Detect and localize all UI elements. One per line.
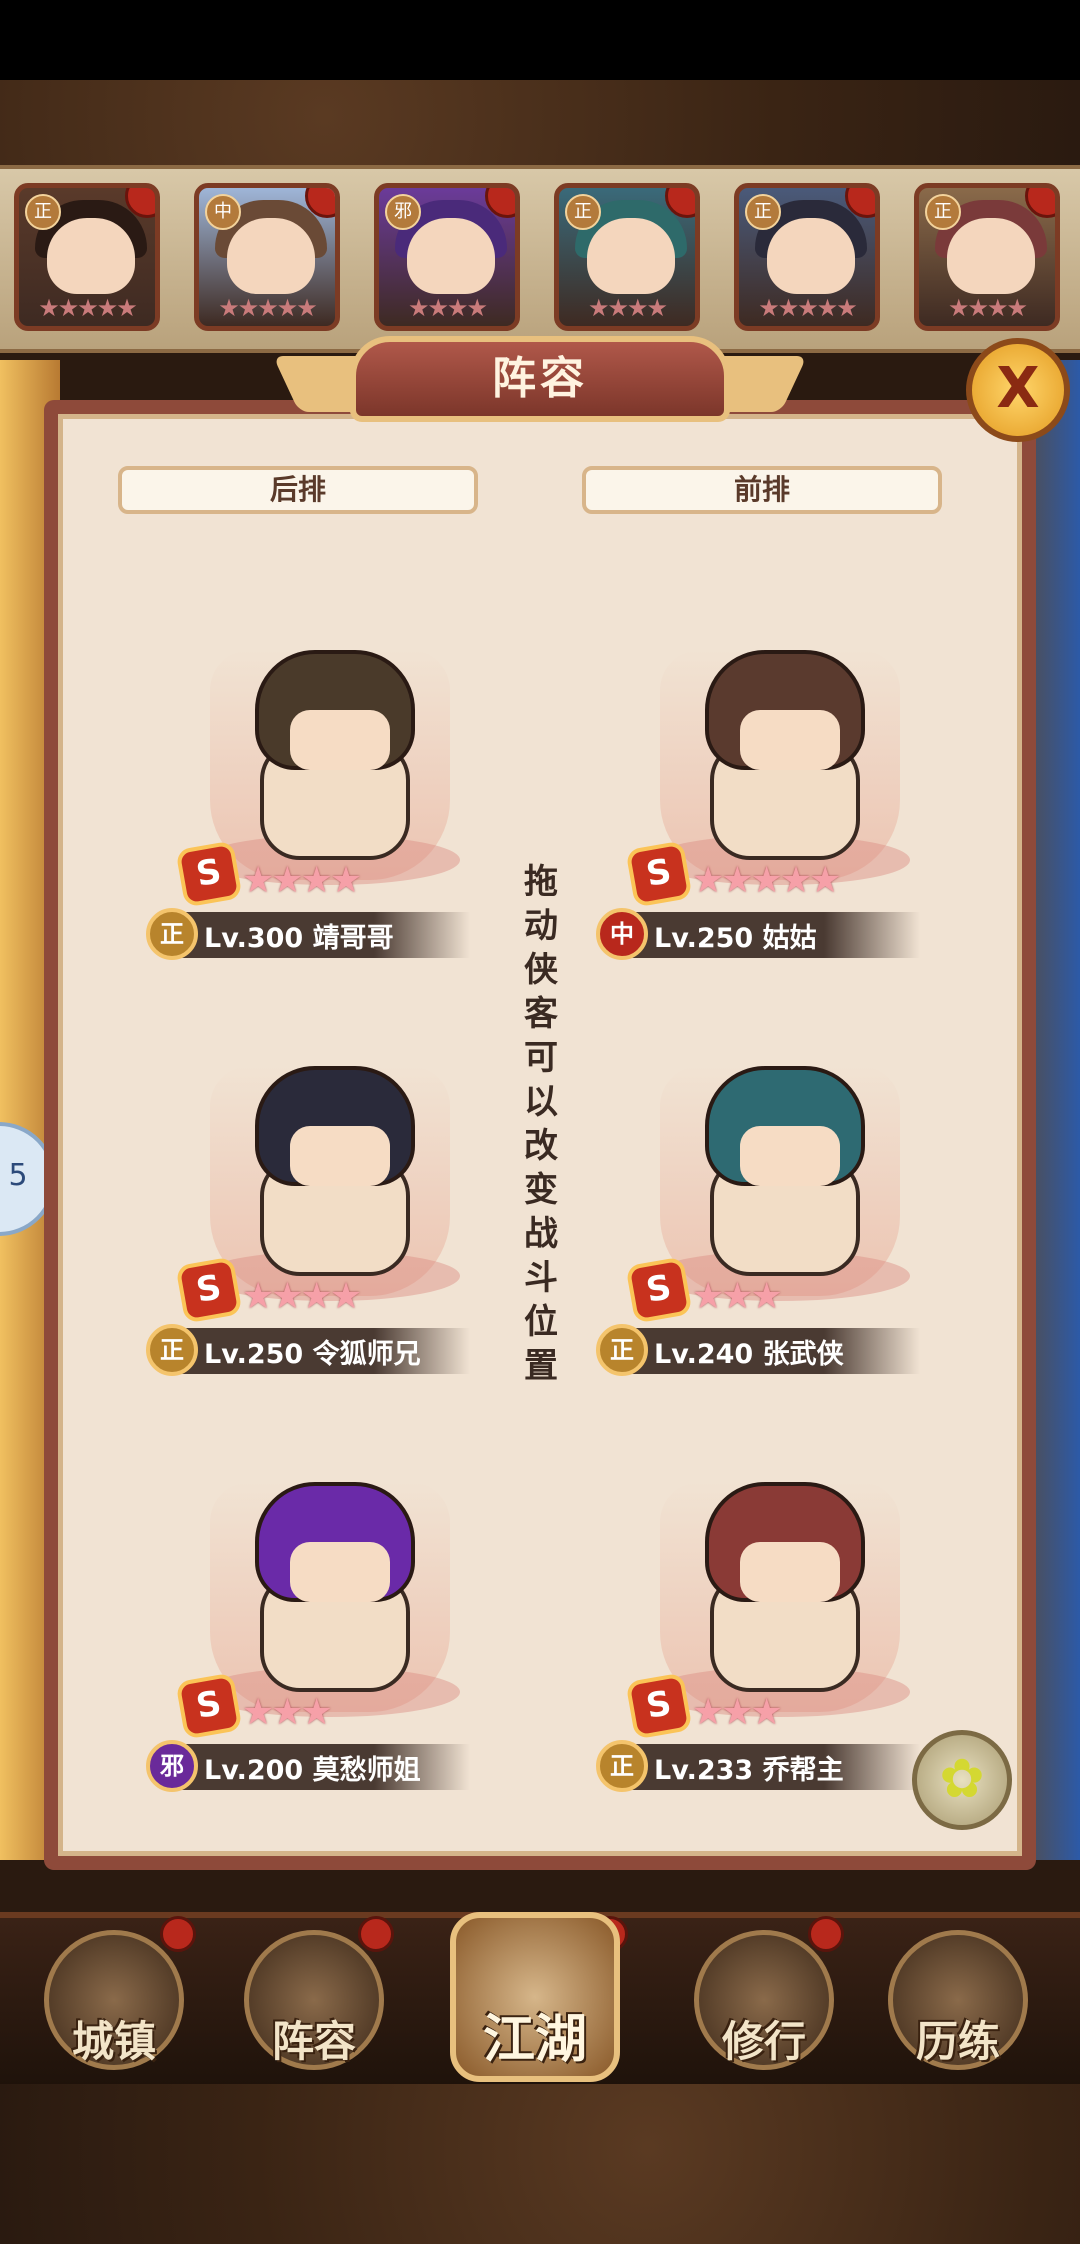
nav-jianghu-label: 江湖 (482, 2010, 587, 2070)
hero-face (290, 1542, 390, 1602)
hero-face (740, 1542, 840, 1602)
status-bar (0, 0, 1080, 80)
roster-hero-2[interactable]: 中 ★★★★★ (194, 183, 340, 331)
notification-dot (808, 1916, 844, 1952)
nav-jianghu-button[interactable]: 江湖 (450, 1912, 620, 2082)
notification-dot (358, 1916, 394, 1952)
hero-face (740, 710, 840, 770)
faction-badge: 正 (745, 194, 781, 230)
hint-char: 改 (524, 1126, 558, 1166)
star-rating: ★★★★★ (758, 294, 858, 322)
hero-face (740, 1126, 840, 1186)
roster-hero-5[interactable]: 正 ★★★★★ (734, 183, 880, 331)
top-background (0, 80, 1080, 170)
rank-badge: S (625, 1672, 693, 1740)
star-rating: ★★★★ (242, 860, 362, 901)
hero-slot-5[interactable]: S ★★★ 邪 Lv.200 莫愁师姐 (146, 1452, 480, 1792)
hero-level-name: Lv.240 张武侠 (654, 1339, 844, 1370)
front-row-header: 前排 (582, 466, 942, 514)
hint-char: 可 (524, 1038, 558, 1078)
hero-level-name: Lv.200 莫愁师姐 (204, 1755, 421, 1786)
roster-hero-face (227, 218, 315, 294)
star-rating: ★★★ (692, 1276, 783, 1317)
flower-feature-button[interactable]: ✿ (912, 1730, 1012, 1830)
panel-title-banner: 阵容 (350, 336, 730, 422)
nav-train-label: 历练 (915, 2017, 1000, 2066)
hint-char: 战 (524, 1214, 558, 1254)
nav-lineup-label: 阵容 (271, 2017, 356, 2066)
roster-hero-4[interactable]: 正 ★★★★ (554, 183, 700, 331)
hint-char: 侠 (524, 950, 558, 990)
drag-hint-text: 拖 动 侠 客 可 以 改 变 战 斗 位 置 (520, 860, 562, 1388)
hero-slot-6[interactable]: S ★★★ 正 Lv.233 乔帮主 (596, 1452, 930, 1792)
star-rating: ★★★★ (587, 294, 668, 322)
roster-hero-1[interactable]: 正 ★★★★★ (14, 183, 160, 331)
star-rating: ★★★★★ (38, 294, 138, 322)
nav-town-button[interactable]: 城镇 (44, 1930, 184, 2070)
faction-badge: 正 (596, 1740, 648, 1792)
faction-badge: 正 (146, 908, 198, 960)
faction-badge: 邪 (146, 1740, 198, 1792)
nav-town-label: 城镇 (71, 2017, 156, 2066)
star-rating: ★★★ (692, 1692, 783, 1733)
hint-char: 斗 (524, 1258, 558, 1298)
faction-badge: 正 (146, 1324, 198, 1376)
hero-level-name: Lv.300 靖哥哥 (204, 923, 394, 954)
roster-hero-face (587, 218, 675, 294)
hint-char: 置 (524, 1346, 558, 1386)
faction-badge: 正 (596, 1324, 648, 1376)
rank-badge: S (175, 1256, 243, 1324)
roster-hero-face (947, 218, 1035, 294)
faction-badge: 邪 (385, 194, 421, 230)
back-row-header: 后排 (118, 466, 478, 514)
hint-char: 以 (524, 1082, 558, 1122)
hero-roster-strip: 正 ★★★★★ 中 ★★★★★ 邪 ★★★★ 正 ★★★★ 正 ★★★★★ 正 … (0, 165, 1080, 353)
faction-badge: 中 (205, 194, 241, 230)
hint-char: 位 (524, 1302, 558, 1342)
faction-badge: 中 (596, 908, 648, 960)
faction-badge: 正 (565, 194, 601, 230)
hero-level-name: Lv.250 令狐师兄 (204, 1339, 421, 1370)
flower-icon: ✿ (939, 1747, 985, 1810)
hint-char: 变 (524, 1170, 558, 1210)
star-rating: ★★★ (242, 1692, 333, 1733)
roster-hero-3[interactable]: 邪 ★★★★ (374, 183, 520, 331)
hero-slot-1[interactable]: S ★★★★ 正 Lv.300 靖哥哥 (146, 620, 480, 960)
nav-cultivate-button[interactable]: 修行 (694, 1930, 834, 2070)
rank-badge: S (175, 1672, 243, 1740)
rank-badge: S (625, 840, 693, 908)
nav-train-button[interactable]: 历练 (888, 1930, 1028, 2070)
close-icon: X (996, 356, 1040, 421)
star-rating: ★★★★ (947, 294, 1028, 322)
hero-level-name: Lv.233 乔帮主 (654, 1755, 844, 1786)
faction-badge: 正 (25, 194, 61, 230)
hint-char: 动 (524, 906, 558, 946)
rank-badge: S (175, 840, 243, 908)
hint-char: 客 (524, 994, 558, 1034)
roster-hero-face (47, 218, 135, 294)
notification-dot (160, 1916, 196, 1952)
star-rating: ★★★★★ (218, 294, 318, 322)
bottom-background (0, 2084, 1080, 2244)
roster-hero-6[interactable]: 正 ★★★★ (914, 183, 1060, 331)
roster-hero-face (407, 218, 495, 294)
nav-cultivate-label: 修行 (721, 2017, 806, 2066)
rank-badge: S (625, 1256, 693, 1324)
hero-level-name: Lv.250 姑姑 (654, 923, 817, 954)
hero-slot-3[interactable]: S ★★★★ 正 Lv.250 令狐师兄 (146, 1036, 480, 1376)
roster-hero-face (767, 218, 855, 294)
faction-badge: 正 (925, 194, 961, 230)
panel-title: 阵容 (492, 353, 588, 404)
star-rating: ★★★★★ (692, 860, 841, 901)
close-button[interactable]: X (966, 338, 1070, 442)
hero-face (290, 710, 390, 770)
hint-char: 拖 (524, 862, 558, 902)
nav-lineup-button[interactable]: 阵容 (244, 1930, 384, 2070)
hero-slot-2[interactable]: S ★★★★★ 中 Lv.250 姑姑 (596, 620, 930, 960)
hero-slot-4[interactable]: S ★★★ 正 Lv.240 张武侠 (596, 1036, 930, 1376)
star-rating: ★★★★ (407, 294, 488, 322)
star-rating: ★★★★ (242, 1276, 362, 1317)
hero-face (290, 1126, 390, 1186)
